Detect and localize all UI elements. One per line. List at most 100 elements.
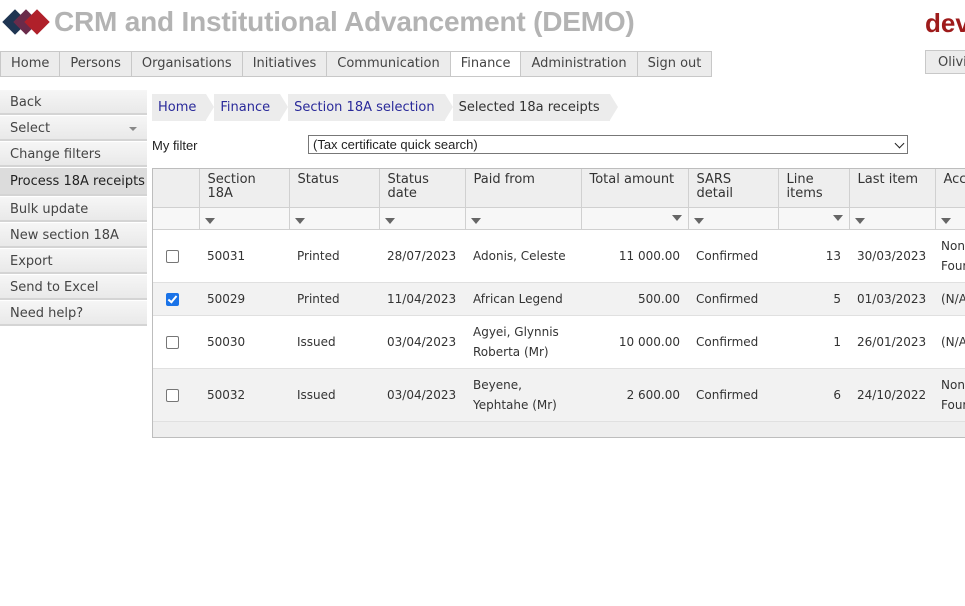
nav-item-persons[interactable]: Persons xyxy=(60,51,132,77)
table-footer-spacer xyxy=(153,421,965,437)
filter-icon[interactable] xyxy=(671,215,682,221)
cell-paid-from: Beyene, Yephtahe (Mr) xyxy=(465,368,581,422)
row-checkbox[interactable] xyxy=(166,293,179,306)
breadcrumb-home[interactable]: Home xyxy=(152,94,215,121)
cell-section-18a: 50030 xyxy=(199,315,289,369)
cell-last-item: 26/01/2023 xyxy=(849,315,935,369)
breadcrumb: Home Finance Section 18A selection Selec… xyxy=(152,94,618,121)
filter-cell[interactable] xyxy=(688,207,779,230)
nav-item-finance[interactable]: Finance xyxy=(450,51,522,77)
cell-acc: Non Four xyxy=(935,368,965,422)
cell-line-items: 13 xyxy=(778,229,849,283)
sidebar-item-process-18a-receipts[interactable]: Process 18A receipts xyxy=(0,168,147,196)
sidebar-item-back[interactable]: Back xyxy=(0,90,147,115)
row-checkbox[interactable] xyxy=(166,336,179,349)
filter-select[interactable]: (Tax certificate quick search) xyxy=(308,135,908,154)
filter-cell[interactable] xyxy=(935,207,965,230)
cell-last-item: 24/10/2022 xyxy=(849,368,935,422)
cell-total-amount: 11 000.00 xyxy=(581,229,688,283)
row-checkbox[interactable] xyxy=(166,250,179,263)
filter-icon[interactable] xyxy=(470,217,481,224)
filter-icon[interactable] xyxy=(204,217,215,224)
filter-cell[interactable] xyxy=(581,207,689,230)
table-row[interactable]: 50029 Printed 11/04/2023 African Legend … xyxy=(153,282,965,316)
nav-item-home[interactable]: Home xyxy=(0,51,61,77)
row-checkbox[interactable] xyxy=(166,389,179,402)
column-header-paid-from[interactable]: Paid from xyxy=(465,169,582,208)
column-header-line-items[interactable]: Line items xyxy=(778,169,850,208)
sidebar-item-export[interactable]: Export xyxy=(0,249,147,274)
cell-paid-from: African Legend xyxy=(465,282,581,316)
sidebar-item-label: Select xyxy=(10,121,51,136)
cell-paid-from: Adonis, Celeste xyxy=(465,229,581,283)
breadcrumb-current: Selected 18a receipts xyxy=(452,94,618,121)
column-header-section-18a[interactable]: Section 18A xyxy=(199,169,290,208)
cell-section-18a: 50031 xyxy=(199,229,289,283)
filter-cell[interactable] xyxy=(465,207,582,230)
nav-item-communication[interactable]: Communication xyxy=(327,51,451,77)
breadcrumb-section-18a-selection[interactable]: Section 18A selection xyxy=(288,94,454,121)
filter-icon[interactable] xyxy=(294,217,305,224)
filter-icon[interactable] xyxy=(693,217,704,224)
sidebar-item-send-to-excel[interactable]: Send to Excel xyxy=(0,275,147,300)
cell-section-18a: 50029 xyxy=(199,282,289,316)
sidebar-item-select[interactable]: Select xyxy=(0,116,147,141)
app-logo-icon xyxy=(2,9,50,35)
cell-status: Printed xyxy=(289,282,379,316)
filter-cell[interactable] xyxy=(379,207,466,230)
filter-icon[interactable] xyxy=(384,217,395,224)
column-header-total-amount[interactable]: Total amount xyxy=(581,169,689,208)
sidebar-item-need-help[interactable]: Need help? xyxy=(0,301,147,326)
receipts-grid: Section 18A Status Status date Paid from… xyxy=(152,168,965,438)
filter-icon[interactable] xyxy=(940,217,951,224)
cell-last-item: 30/03/2023 xyxy=(849,229,935,283)
table-row[interactable]: 50031 Printed 28/07/2023 Adonis, Celeste… xyxy=(153,229,965,283)
chevron-down-icon xyxy=(129,127,137,131)
breadcrumb-finance[interactable]: Finance xyxy=(214,94,288,121)
nav-item-initiatives[interactable]: Initiatives xyxy=(242,51,328,77)
cell-status-date: 03/04/2023 xyxy=(379,315,465,369)
cell-acc: Non Four xyxy=(935,229,965,283)
filter-cell[interactable] xyxy=(199,207,290,230)
nav-item-sign-out[interactable]: Sign out xyxy=(637,51,713,77)
user-menu-button[interactable]: Olivi xyxy=(925,50,965,74)
column-header-acc[interactable]: Acc xyxy=(935,169,965,208)
cell-section-18a: 50032 xyxy=(199,368,289,422)
app-title: CRM and Institutional Advancement (DEMO) xyxy=(54,6,635,37)
cell-status: Issued xyxy=(289,315,379,369)
table-row[interactable]: 50030 Issued 03/04/2023 Agyei, Glynnis R… xyxy=(153,315,965,369)
cell-total-amount: 10 000.00 xyxy=(581,315,688,369)
sidebar-item-label: Send to Excel xyxy=(10,280,99,295)
column-header-status[interactable]: Status xyxy=(289,169,380,208)
filter-icon[interactable] xyxy=(854,217,865,224)
app-header: CRM and Institutional Advancement (DEMO)… xyxy=(0,0,965,50)
cell-sars-detail: Confirmed xyxy=(688,368,778,422)
column-header-last-item[interactable]: Last item xyxy=(849,169,936,208)
nav-item-organisations[interactable]: Organisations xyxy=(131,51,243,77)
sidebar-item-label: Change filters xyxy=(10,147,101,162)
column-filter-row xyxy=(153,207,965,230)
cell-line-items: 6 xyxy=(778,368,849,422)
column-header-sars-detail[interactable]: SARS detail xyxy=(688,169,779,208)
nav-item-administration[interactable]: Administration xyxy=(521,51,638,77)
sidebar-item-label: New section 18A xyxy=(10,228,119,243)
cell-acc: (N/A xyxy=(935,282,965,316)
filter-cell[interactable] xyxy=(849,207,936,230)
cell-status: Printed xyxy=(289,229,379,283)
sidebar-item-bulk-update[interactable]: Bulk update xyxy=(0,197,147,222)
filter-cell[interactable] xyxy=(289,207,380,230)
cell-line-items: 1 xyxy=(778,315,849,369)
table-row[interactable]: 50032 Issued 03/04/2023 Beyene, Yephtahe… xyxy=(153,368,965,422)
sidebar-item-label: Bulk update xyxy=(10,202,89,217)
cell-sars-detail: Confirmed xyxy=(688,282,778,316)
filter-icon[interactable] xyxy=(832,215,843,221)
sidebar-item-new-section-18a[interactable]: New section 18A xyxy=(0,223,147,248)
sidebar-item-change-filters[interactable]: Change filters xyxy=(0,142,147,167)
filter-cell[interactable] xyxy=(778,207,850,230)
cell-line-items: 5 xyxy=(778,282,849,316)
column-header-status-date[interactable]: Status date xyxy=(379,169,466,208)
cell-total-amount: 500.00 xyxy=(581,282,688,316)
sidebar-item-label: Export xyxy=(10,254,53,269)
cell-status-date: 28/07/2023 xyxy=(379,229,465,283)
filter-cell xyxy=(153,207,200,230)
